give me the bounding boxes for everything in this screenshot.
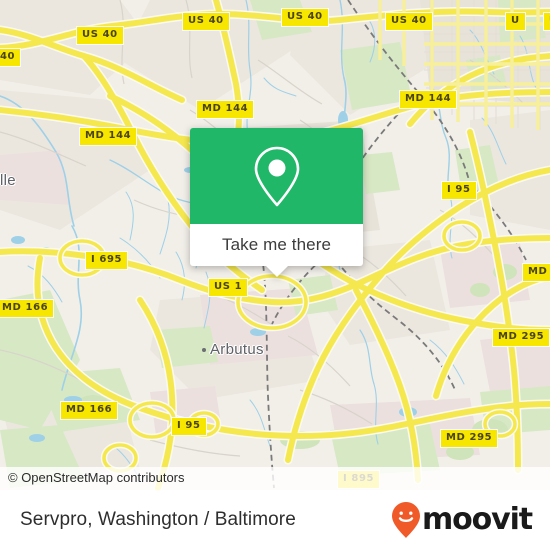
place-label: Arbutus: [210, 341, 264, 358]
place-marker-dot: [202, 348, 206, 352]
place-label: lle: [0, 172, 16, 189]
map-attribution[interactable]: © OpenStreetMap contributors: [0, 467, 550, 490]
road-shield: MD 295: [492, 328, 550, 347]
callout-pointer: [265, 266, 288, 277]
road-shield: 40: [0, 48, 22, 67]
road-shield: US 40: [281, 8, 329, 27]
moovit-map-screenshot: US 40 US 40 US 40 US 40 40 UU MD 144 MD 144 MD 1…: [0, 0, 550, 550]
road-shield: MD 166: [0, 299, 55, 318]
road-shield: US 40: [182, 12, 230, 31]
road-shield: MD 144: [196, 100, 255, 119]
take-me-there-button[interactable]: Take me there: [190, 224, 363, 277]
moovit-wordmark: moovit: [421, 502, 533, 537]
road-shield: U: [505, 12, 526, 31]
destination-callout[interactable]: Take me there: [190, 128, 363, 277]
road-shield: MD 144: [79, 127, 138, 146]
moovit-logo[interactable]: moovit: [391, 501, 533, 539]
road-shield: MD 144: [399, 90, 458, 109]
page-title: Servpro, Washington / Baltimore: [20, 509, 296, 530]
footer-bar: Servpro, Washington / Baltimore moovit: [0, 490, 550, 550]
road-shield: I 95: [171, 417, 207, 436]
callout-icon-area: [190, 128, 363, 224]
map-canvas[interactable]: US 40 US 40 US 40 US 40 40 UU MD 144 MD 144 MD 1…: [0, 0, 550, 490]
callout-button-label: Take me there: [221, 235, 332, 254]
road-shield: I 95: [441, 181, 477, 200]
road-shield: MD 295: [440, 429, 499, 448]
road-shield: MD 166: [60, 401, 119, 420]
road-shield: US 40: [76, 26, 124, 45]
road-shield: I 695: [85, 251, 129, 270]
map-pin-icon: [254, 146, 299, 207]
road-shield: US 1: [208, 278, 249, 297]
moovit-smiley-pin-icon: [391, 502, 420, 538]
road-shield: U: [543, 12, 550, 31]
road-shield: US 40: [385, 12, 433, 31]
road-shield: MD 64: [522, 263, 550, 282]
